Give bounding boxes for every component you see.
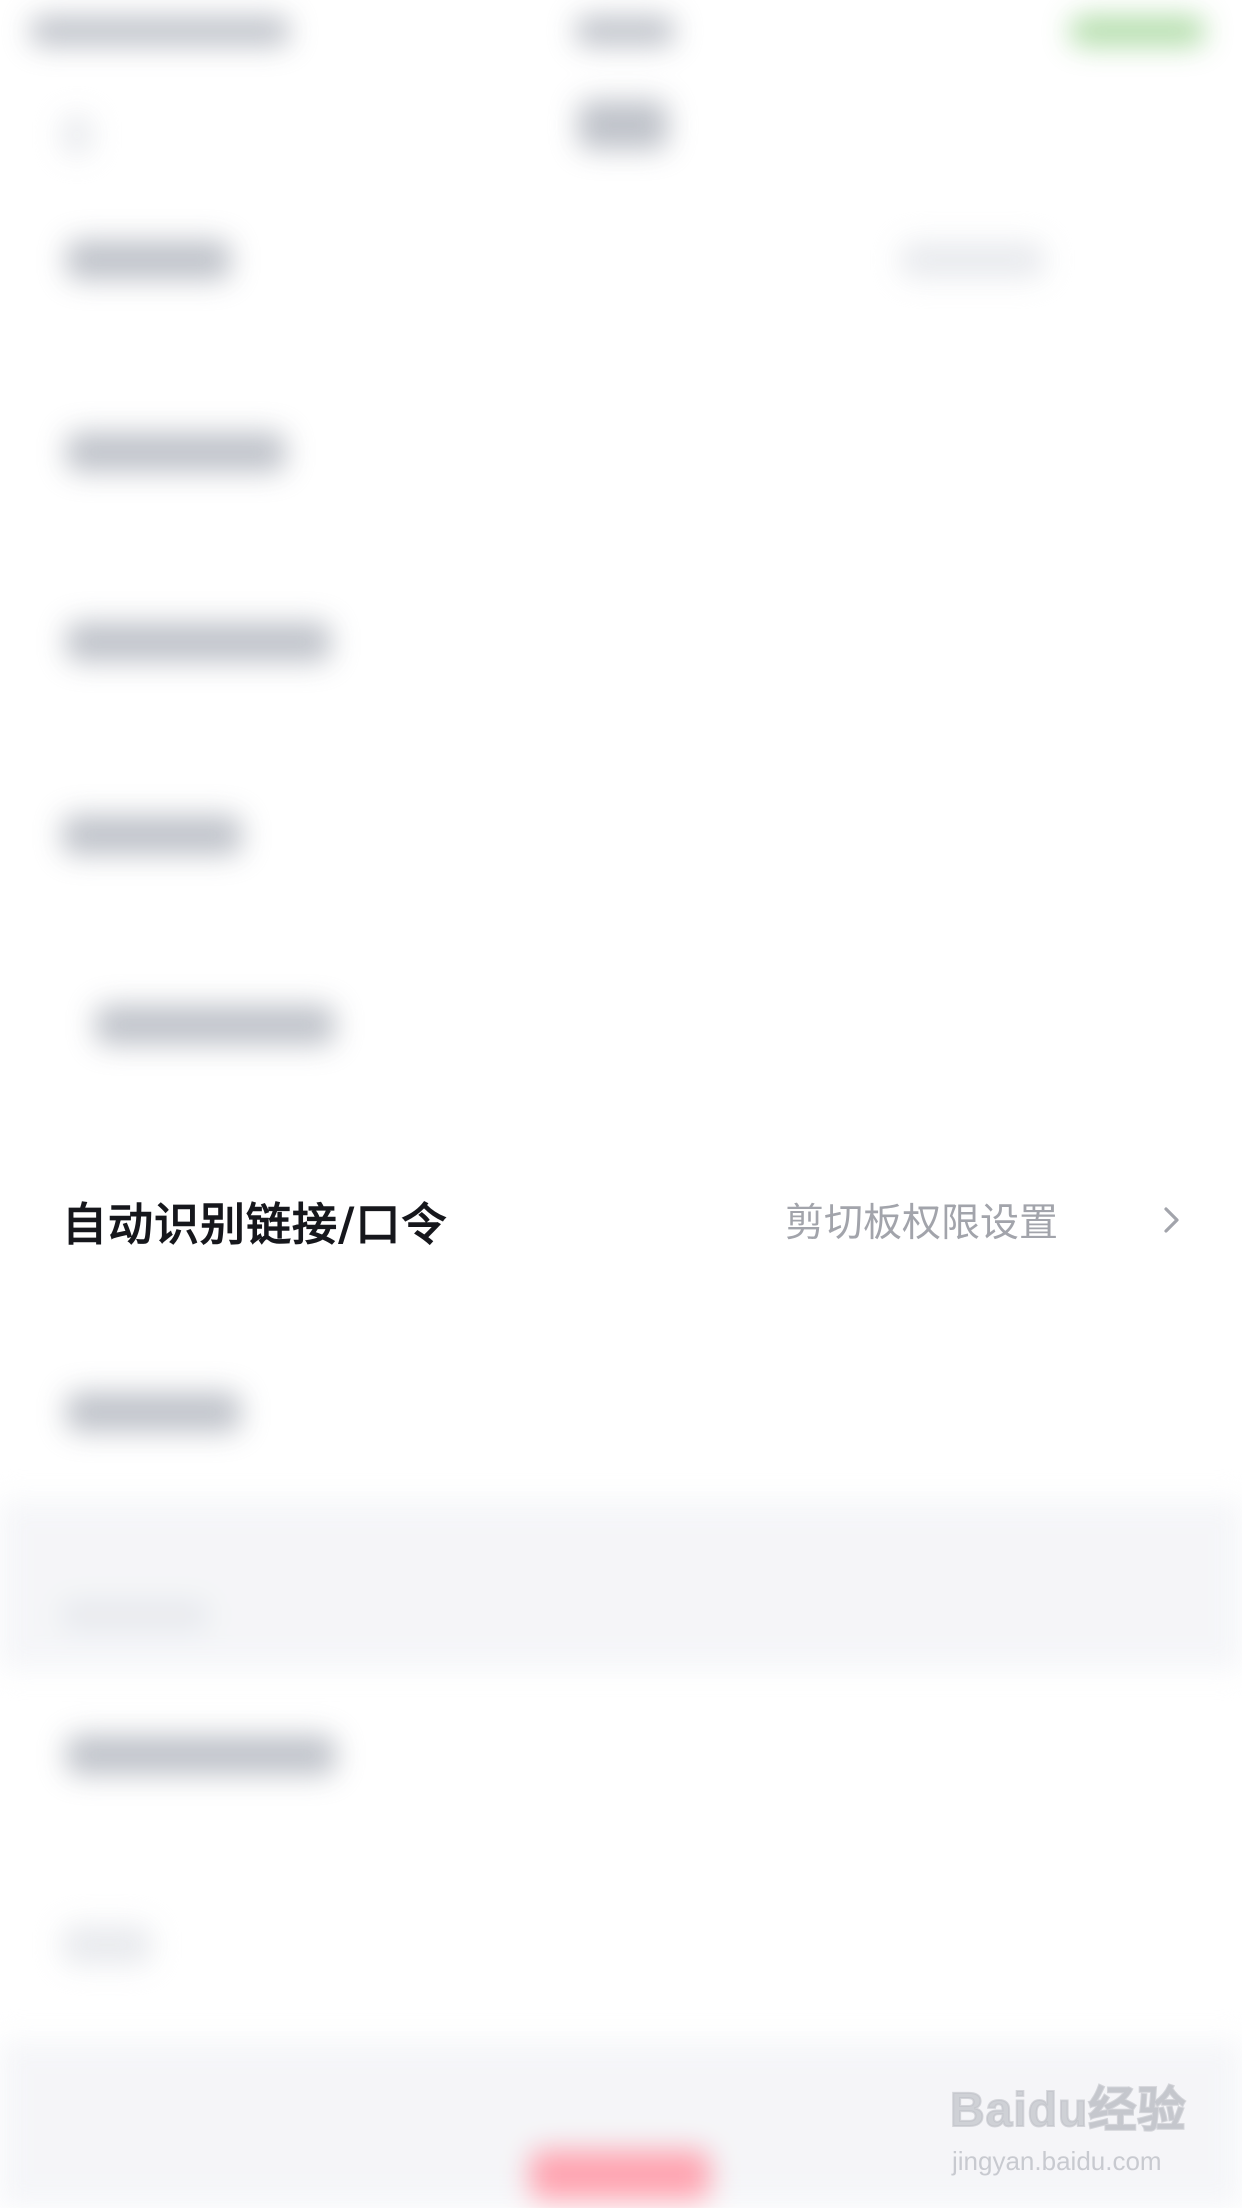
baidu-watermark: Baidu经验 jingyan.baidu.com bbox=[949, 2070, 1190, 2190]
settings-page: 自动识别链接/口令 剪切板权限设置 Baidu经验 jingyan.baidu.… bbox=[0, 0, 1242, 2208]
status-bar-time-blur bbox=[575, 16, 675, 46]
row-4-label-blur bbox=[62, 815, 242, 855]
row-1-label-blur bbox=[66, 240, 231, 280]
row-9-label-blur bbox=[62, 1925, 152, 1965]
row-7-label-blur bbox=[66, 1392, 241, 1432]
row-8-label-blur bbox=[66, 1735, 336, 1775]
blurred-background bbox=[0, 0, 1242, 2208]
logout-button-blur bbox=[530, 2150, 710, 2200]
auto-detect-link-row[interactable]: 自动识别链接/口令 剪切板权限设置 bbox=[0, 1150, 1242, 1290]
row-1-value-blur bbox=[900, 242, 1045, 278]
nav-back-blur bbox=[62, 115, 92, 155]
row-5-label-blur bbox=[95, 1005, 335, 1045]
chevron-right-icon bbox=[1154, 1202, 1190, 1238]
row-3-label-blur bbox=[66, 622, 331, 662]
baidu-watermark-url: jingyan.baidu.com bbox=[952, 2146, 1162, 2176]
section-band-1 bbox=[0, 1500, 1242, 1670]
row-2-label-blur bbox=[66, 432, 286, 472]
clipboard-permission-value: 剪切板权限设置 bbox=[784, 1201, 1058, 1246]
status-bar-battery-blur bbox=[1070, 16, 1205, 46]
baidu-watermark-logo: Baidu经验 bbox=[949, 2083, 1187, 2138]
nav-title-blur bbox=[578, 100, 668, 150]
status-bar-carrier-blur bbox=[30, 16, 290, 46]
section-header-blur bbox=[60, 1600, 210, 1630]
auto-detect-link-label: 自动识别链接/口令 bbox=[62, 1197, 448, 1251]
